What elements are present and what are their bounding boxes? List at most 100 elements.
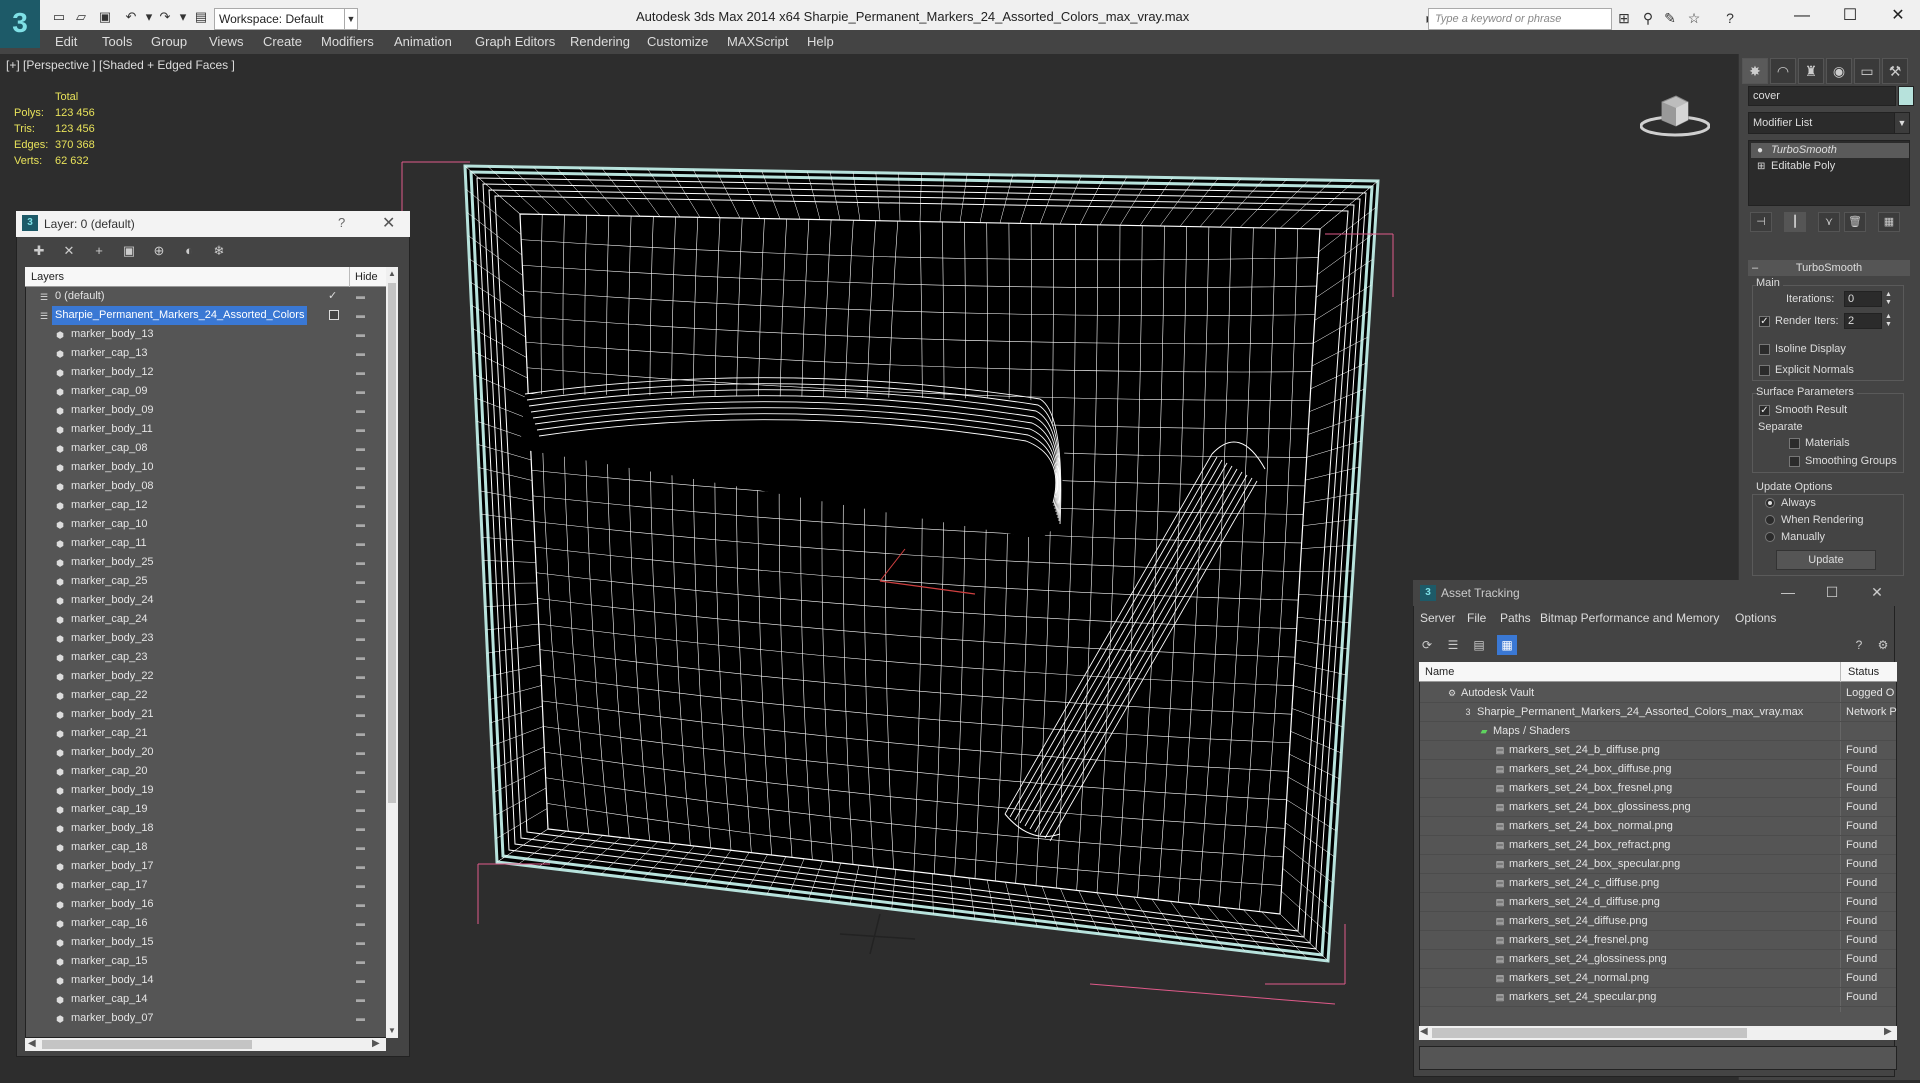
asset-menu-bitmap-performance-and-memory[interactable]: Bitmap Performance and Memory bbox=[1540, 611, 1719, 625]
communication-icon[interactable]: ✎ bbox=[1660, 9, 1680, 27]
hide-toggle-icon[interactable]: ▬ bbox=[356, 477, 365, 496]
object-row[interactable]: ⬢ marker_body_14 ▬ bbox=[26, 971, 386, 990]
active-layer-check-icon[interactable]: ✓ bbox=[328, 287, 337, 306]
workspace-select[interactable]: Workspace: Default bbox=[214, 8, 354, 30]
object-row[interactable]: ⬢ marker_cap_23 ▬ bbox=[26, 648, 386, 667]
object-row[interactable]: ⬢ marker_cap_09 ▬ bbox=[26, 382, 386, 401]
delete-layer-icon[interactable]: ✕ bbox=[58, 241, 80, 261]
hide-toggle-icon[interactable]: ▬ bbox=[356, 572, 365, 591]
hide-toggle-icon[interactable]: ▬ bbox=[356, 1009, 365, 1028]
asset-row[interactable]: ⚙ Autodesk Vault Logged O bbox=[1420, 684, 1896, 703]
asset-row[interactable]: ▤ markers_set_24_fresnel.png Found bbox=[1420, 931, 1896, 950]
hide-toggle-icon[interactable]: ▬ bbox=[356, 325, 365, 344]
asset-row[interactable]: ▤ markers_set_24_specular.png Found bbox=[1420, 988, 1896, 1007]
hide-toggle-icon[interactable]: ▬ bbox=[356, 648, 365, 667]
hide-toggle-icon[interactable]: ▬ bbox=[356, 933, 365, 952]
menu-item-maxscript[interactable]: MAXScript bbox=[727, 34, 788, 49]
project-folder-icon[interactable]: ▤ bbox=[192, 9, 210, 25]
scroll-up-icon[interactable]: ▲ bbox=[388, 269, 396, 278]
menu-item-group[interactable]: Group bbox=[151, 34, 187, 49]
select-objects-icon[interactable]: ▣ bbox=[118, 241, 140, 261]
object-row[interactable]: ⬢ marker_body_19 ▬ bbox=[26, 781, 386, 800]
hide-toggle-icon[interactable]: ▬ bbox=[356, 667, 365, 686]
viewcube-icon[interactable] bbox=[1640, 90, 1710, 140]
object-row[interactable]: ⬢ marker_body_09 ▬ bbox=[26, 401, 386, 420]
hide-toggle-icon[interactable]: ▬ bbox=[356, 743, 365, 762]
hide-toggle-icon[interactable]: ▬ bbox=[356, 876, 365, 895]
hide-toggle-icon[interactable]: ▬ bbox=[356, 534, 365, 553]
hide-toggle-icon[interactable]: ▬ bbox=[356, 344, 365, 363]
app-logo-icon[interactable]: 3 bbox=[0, 0, 40, 48]
manually-radio[interactable] bbox=[1765, 532, 1775, 542]
always-radio[interactable] bbox=[1765, 498, 1775, 508]
object-row[interactable]: ⬢ marker_body_13 ▬ bbox=[26, 325, 386, 344]
object-row[interactable]: ⬢ marker_body_07 ▬ bbox=[26, 1009, 386, 1028]
current-layer-checkbox[interactable] bbox=[329, 310, 339, 320]
when-rendering-radio[interactable] bbox=[1765, 515, 1775, 525]
object-row[interactable]: ⬢ marker_body_08 ▬ bbox=[26, 477, 386, 496]
hide-toggle-icon[interactable]: ▬ bbox=[356, 458, 365, 477]
turbosmooth-rollout-header[interactable]: TurboSmooth bbox=[1748, 260, 1910, 276]
object-row[interactable]: ⬢ marker_cap_12 ▬ bbox=[26, 496, 386, 515]
utilities-tab-icon[interactable]: ⚒ bbox=[1882, 58, 1908, 84]
minimize-icon[interactable]: — bbox=[1782, 4, 1822, 28]
hide-toggle-icon[interactable]: ▬ bbox=[356, 287, 365, 306]
asset-row[interactable]: 3 Sharpie_Permanent_Markers_24_Assorted_C… bbox=[1420, 703, 1897, 722]
object-row[interactable]: ⬢ marker_body_23 ▬ bbox=[26, 629, 386, 648]
help-icon[interactable]: ? bbox=[1849, 635, 1869, 655]
pin-stack-icon[interactable]: ⊣ bbox=[1750, 212, 1772, 232]
smooth-result-checkbox[interactable]: ✓ bbox=[1759, 405, 1770, 416]
hide-toggle-icon[interactable]: ▬ bbox=[356, 800, 365, 819]
scroll-right-icon[interactable]: ▶ bbox=[372, 1038, 380, 1049]
hide-column-header[interactable]: Hide bbox=[355, 271, 378, 283]
redo-dropdown-icon[interactable]: ▾ bbox=[174, 9, 192, 25]
binoculars-icon[interactable]: ⊞ bbox=[1614, 9, 1634, 27]
modifier-list-select[interactable]: Modifier List bbox=[1748, 112, 1896, 134]
viewport-label[interactable]: [+] [Perspective ] [Shaded + Edged Faces… bbox=[6, 58, 235, 72]
render-iters-spinner[interactable]: 2 bbox=[1844, 313, 1882, 329]
expand-plus-icon[interactable]: ⊞ bbox=[1757, 159, 1765, 174]
asset-row[interactable]: ▰ Maps / Shaders bbox=[1420, 722, 1896, 741]
object-row[interactable]: ⬢ marker_cap_18 ▬ bbox=[26, 838, 386, 857]
asset-menu-server[interactable]: Server bbox=[1420, 611, 1455, 625]
hide-toggle-icon[interactable]: ▬ bbox=[356, 895, 365, 914]
layers-column-header[interactable]: Layers bbox=[31, 271, 64, 283]
object-row[interactable]: ⬢ marker_cap_22 ▬ bbox=[26, 686, 386, 705]
hide-toggle-icon[interactable]: ▬ bbox=[356, 591, 365, 610]
new-file-icon[interactable]: ▭ bbox=[50, 9, 68, 25]
materials-checkbox[interactable] bbox=[1789, 438, 1800, 449]
object-row[interactable]: ⬢ marker_body_20 ▬ bbox=[26, 743, 386, 762]
hide-toggle-icon[interactable]: ▬ bbox=[356, 382, 365, 401]
close-icon[interactable]: ✕ bbox=[1878, 4, 1918, 28]
object-row[interactable]: ⬢ marker_cap_11 ▬ bbox=[26, 534, 386, 553]
object-row[interactable]: ⬢ marker_body_16 ▬ bbox=[26, 895, 386, 914]
hide-toggle-icon[interactable]: ▬ bbox=[356, 496, 365, 515]
asset-row[interactable]: ▤ markers_set_24_glossiness.png Found bbox=[1420, 950, 1896, 969]
hide-toggle-icon[interactable]: ▬ bbox=[356, 781, 365, 800]
object-name-field[interactable]: cover bbox=[1748, 86, 1896, 106]
save-file-icon[interactable]: ▣ bbox=[96, 9, 114, 25]
menu-item-customize[interactable]: Customize bbox=[647, 34, 708, 49]
stack-item-editable-poly[interactable]: ⊞ Editable Poly bbox=[1751, 159, 1909, 174]
object-row[interactable]: ⬢ marker_cap_20 ▬ bbox=[26, 762, 386, 781]
table-view-icon[interactable]: ▦ bbox=[1497, 635, 1517, 655]
object-row[interactable]: ⬢ marker_cap_17 ▬ bbox=[26, 876, 386, 895]
favorites-star-icon[interactable]: ☆ bbox=[1684, 9, 1704, 27]
update-button[interactable]: Update bbox=[1776, 550, 1876, 570]
create-layer-icon[interactable]: ✚ bbox=[28, 241, 50, 261]
spinner-arrows-icon[interactable]: ▲ ▼ bbox=[1884, 291, 1893, 307]
name-column-header[interactable]: Name bbox=[1425, 666, 1454, 678]
redo-icon[interactable]: ↷ bbox=[156, 9, 174, 25]
open-file-icon[interactable]: ▱ bbox=[72, 9, 90, 25]
object-row[interactable]: ⬢ marker_body_17 ▬ bbox=[26, 857, 386, 876]
object-row[interactable]: ⬢ marker_body_15 ▬ bbox=[26, 933, 386, 952]
menu-item-tools[interactable]: Tools bbox=[102, 34, 132, 49]
close-icon[interactable]: ✕ bbox=[382, 213, 395, 233]
menu-item-rendering[interactable]: Rendering bbox=[570, 34, 630, 49]
asset-menu-file[interactable]: File bbox=[1467, 611, 1486, 625]
search-input[interactable]: Type a keyword or phrase bbox=[1428, 8, 1612, 30]
remove-modifier-icon[interactable]: 🗑 bbox=[1844, 212, 1866, 232]
scroll-thumb[interactable] bbox=[42, 1040, 252, 1049]
thumbnail-view-icon[interactable]: ▤ bbox=[1469, 635, 1489, 655]
hide-toggle-icon[interactable]: ▬ bbox=[356, 952, 365, 971]
